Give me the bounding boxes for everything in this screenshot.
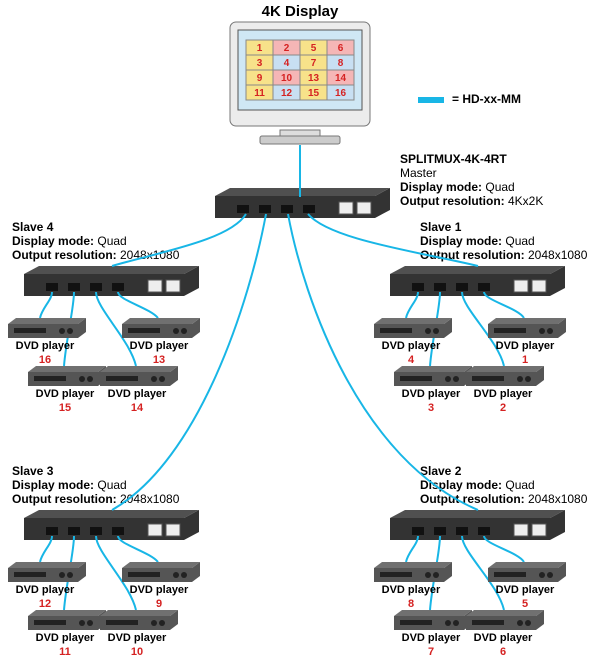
slave4-name: Slave 4 [12,220,54,234]
grid-cell-number: 12 [281,88,293,99]
svg-text:DVD player: DVD player [474,388,533,400]
svg-text:3: 3 [428,402,434,414]
grid-cell-number: 9 [257,73,263,84]
grid-cell-number: 3 [257,58,263,69]
grid-cell-number: 14 [335,73,347,84]
legend-label: = HD-xx-MM [452,92,521,106]
svg-text:Slave 3: Slave 3 [12,464,54,478]
svg-text:5: 5 [522,598,528,610]
display-monitor: 12563478910131411121516 [230,22,370,144]
svg-text:DVD player: DVD player [402,388,461,400]
svg-text:Output resolution: 2048x1080: Output resolution: 2048x1080 [12,492,180,506]
grid-cell-number: 10 [281,73,293,84]
svg-text:DVD player: DVD player [108,632,167,644]
svg-text:12: 12 [39,598,51,610]
grid-cell-number: 7 [311,58,317,69]
svg-text:DVD player: DVD player [496,340,555,352]
dvd-group-s3: DVD player 12 DVD player 9 DVD player 11 DV… [8,562,200,658]
svg-text:14: 14 [131,402,144,414]
svg-text:DVD player: DVD player [382,340,441,352]
master-splitter-device [215,188,390,218]
grid-cell-number: 15 [308,88,320,99]
svg-text:DVD player: DVD player [402,632,461,644]
svg-text:Display mode: Quad: Display mode: Quad [420,234,535,248]
slave2-labels: Slave 2 Display mode: Quad Output resolu… [420,464,588,506]
svg-text:DVD player: DVD player [108,388,167,400]
grid-cell-number: 1 [257,43,263,54]
svg-text:15: 15 [59,402,71,414]
svg-text:16: 16 [39,354,51,366]
slave2-splitter [390,510,565,540]
slave1-labels: Slave 1 Display mode: Quad Output resolu… [420,220,588,262]
grid-cell-number: 4 [284,58,290,69]
master-name: SPLITMUX-4K-4RT [400,152,507,166]
grid-cell-number: 8 [338,58,344,69]
svg-text:DVD player: DVD player [16,340,75,352]
svg-text:Slave 2: Slave 2 [420,464,462,478]
svg-text:9: 9 [156,598,162,610]
svg-text:Output resolution: 2048x1080: Output resolution: 2048x1080 [420,248,588,262]
svg-text:DVD player: DVD player [496,584,555,596]
svg-text:10: 10 [131,646,143,658]
svg-text:DVD player: DVD player [130,584,189,596]
svg-text:DVD player: DVD player [36,388,95,400]
svg-text:1: 1 [522,354,528,366]
svg-text:DVD player: DVD player [130,340,189,352]
svg-text:Display mode: Quad: Display mode: Quad [12,234,127,248]
svg-text:DVD player: DVD player [16,584,75,596]
grid-cell-number: 11 [254,88,265,99]
svg-text:8: 8 [408,598,414,610]
svg-text:6: 6 [500,646,506,658]
dvd-group-s2: DVD player 8 DVD player 5 DVD player 7 DVD … [374,562,566,658]
slave1-splitter [390,266,565,296]
slave3-labels: Slave 3 Display mode: Quad Output resolu… [12,464,180,506]
grid-cell-number: 2 [284,43,290,54]
legend: = HD-xx-MM [418,92,521,106]
grid-cell-number: 13 [308,73,320,84]
svg-text:4: 4 [408,354,415,366]
dvd-group-s4: DVD player 16 DVD player 13 DVD player 15 D… [8,318,200,414]
slave4-labels: Slave 4 Display mode: Quad Output resolu… [12,220,180,262]
svg-text:DVD player: DVD player [36,632,95,644]
master-labels: SPLITMUX-4K-4RT Master Display mode: Qua… [400,152,543,208]
svg-text:DVD player: DVD player [474,632,533,644]
svg-text:Output resolution: 4Kx2K: Output resolution: 4Kx2K [400,194,543,208]
svg-text:2: 2 [500,402,506,414]
svg-text:DVD player: DVD player [382,584,441,596]
svg-text:Display mode: Quad: Display mode: Quad [400,180,515,194]
grid-cell-number: 6 [338,43,344,54]
svg-text:Output resolution: 2048x1080: Output resolution: 2048x1080 [420,492,588,506]
master-role: Master [400,166,437,180]
grid-cell-number: 16 [335,88,347,99]
master-mode-label: Display mode: [400,180,482,194]
svg-text:Display mode: Quad: Display mode: Quad [12,478,127,492]
master-res-value: 4Kx2K [508,194,543,208]
slave4-splitter [24,266,199,296]
svg-text:13: 13 [153,354,165,366]
grid-cell-number: 5 [311,43,317,54]
svg-text:Display mode: Quad: Display mode: Quad [420,478,535,492]
svg-text:Slave 1: Slave 1 [420,220,462,234]
master-res-label: Output resolution: [400,194,505,208]
dvd-group-s1: DVD player 4 DVD player 1 DVD player 3 DVD … [374,318,566,414]
master-mode-value: Quad [485,180,514,194]
svg-text:7: 7 [428,646,434,658]
diagram-root: 4K Display 12563478910131411121516 = HD-… [0,0,600,665]
page-title: 4K Display [262,3,339,20]
slave3-splitter [24,510,199,540]
svg-text:11: 11 [59,646,71,658]
